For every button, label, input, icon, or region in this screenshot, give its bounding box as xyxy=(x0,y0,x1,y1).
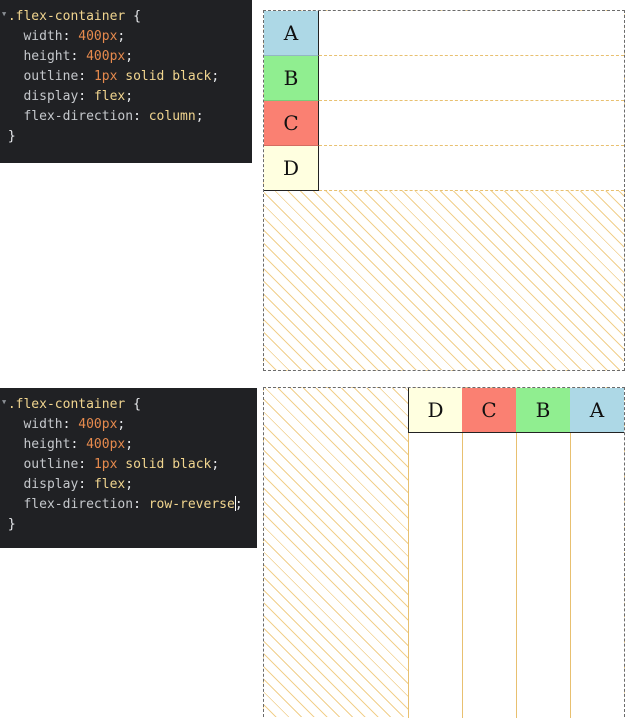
colon: : xyxy=(78,477,94,492)
semicolon: ; xyxy=(234,497,243,512)
css-value-number: 400px xyxy=(86,437,126,452)
colon: : xyxy=(70,49,87,64)
css-rule-panel-row-reverse[interactable]: ▼ .flex-container { width: 400px; height… xyxy=(0,388,257,548)
flex-item-c: C xyxy=(264,101,319,146)
code-line[interactable]: outline: 1px solid black; xyxy=(0,455,257,475)
open-brace: { xyxy=(133,9,141,24)
css-property-name: outline xyxy=(23,457,79,472)
css-property-name: flex-direction xyxy=(23,109,134,124)
code-line[interactable]: ▼ .flex-container { xyxy=(0,395,257,415)
column-track xyxy=(408,433,462,718)
close-brace: } xyxy=(7,129,16,144)
semicolon: ; xyxy=(211,69,220,84)
colon: : xyxy=(78,69,94,84)
flex-item-c: C xyxy=(462,388,516,433)
column-track xyxy=(516,433,570,718)
css-value-keyword: solid black xyxy=(117,457,212,472)
code-line[interactable]: flex-direction: column; xyxy=(0,107,252,127)
flex-item-b: B xyxy=(516,388,570,433)
open-brace: { xyxy=(133,397,141,412)
colon: : xyxy=(62,417,79,432)
code-line[interactable]: ▼ .flex-container { xyxy=(0,7,252,27)
flex-item-d: D xyxy=(264,146,319,191)
css-value-keyword: flex xyxy=(93,89,126,104)
flex-item-label: C xyxy=(283,111,299,135)
row-track xyxy=(319,146,624,191)
code-line[interactable]: width: 400px; xyxy=(0,415,257,435)
css-value-number: 400px xyxy=(78,417,118,432)
flex-item-label: C xyxy=(481,398,497,422)
semicolon: ; xyxy=(125,89,134,104)
column-track xyxy=(570,433,624,718)
code-line[interactable]: height: 400px; xyxy=(0,47,252,67)
css-property-name: flex-direction xyxy=(23,497,134,512)
css-property-name: display xyxy=(23,89,79,104)
css-property-name: height xyxy=(23,49,71,64)
css-property-name: height xyxy=(23,437,71,452)
code-line[interactable]: outline: 1px solid black; xyxy=(0,67,252,87)
collapse-triangle-icon[interactable]: ▼ xyxy=(2,10,6,18)
flex-item-d: D xyxy=(408,388,462,433)
flex-item-a: A xyxy=(570,388,624,433)
row-track xyxy=(319,101,624,146)
css-selector: .flex-container xyxy=(7,9,126,24)
code-line[interactable]: width: 400px; xyxy=(0,27,252,47)
css-value-number: 400px xyxy=(78,29,118,44)
code-line[interactable]: height: 400px; xyxy=(0,435,257,455)
css-property-name: width xyxy=(23,417,63,432)
flex-item-label: A xyxy=(283,21,299,45)
colon: : xyxy=(133,497,149,512)
code-line[interactable]: display: flex; xyxy=(0,87,252,107)
flex-item-b: B xyxy=(264,56,319,101)
column-track xyxy=(462,433,516,718)
code-line[interactable]: display: flex; xyxy=(0,475,257,495)
flex-container-row-reverse-preview: DCBA xyxy=(263,387,625,718)
row-track xyxy=(319,11,624,56)
css-value-number: 400px xyxy=(86,49,126,64)
semicolon: ; xyxy=(125,49,134,64)
colon: : xyxy=(62,29,79,44)
semicolon: ; xyxy=(125,477,134,492)
css-value-keyword: row-reverse xyxy=(148,497,235,512)
semicolon: ; xyxy=(117,417,126,432)
css-selector: .flex-container xyxy=(7,397,126,412)
colon: : xyxy=(78,89,94,104)
code-line[interactable]: } xyxy=(0,127,252,147)
css-value-keyword: column xyxy=(148,109,196,124)
semicolon: ; xyxy=(117,29,126,44)
flex-item-label: B xyxy=(283,66,299,90)
collapse-triangle-icon[interactable]: ▼ xyxy=(2,398,6,406)
code-line[interactable]: flex-direction: row-reverse; xyxy=(0,495,257,515)
semicolon: ; xyxy=(195,109,204,124)
semicolon: ; xyxy=(125,437,134,452)
flex-item-a: A xyxy=(264,11,319,56)
flex-item-label: D xyxy=(427,398,444,422)
css-property-name: width xyxy=(23,29,63,44)
colon: : xyxy=(133,109,149,124)
colon: : xyxy=(78,457,94,472)
colon: : xyxy=(70,437,87,452)
semicolon: ; xyxy=(211,457,220,472)
flex-item-label: D xyxy=(282,156,300,180)
css-property-name: outline xyxy=(23,69,79,84)
css-value-number: 1px xyxy=(93,69,118,84)
css-property-name: display xyxy=(23,477,79,492)
flex-item-label: B xyxy=(535,398,551,422)
css-value-keyword: flex xyxy=(93,477,126,492)
css-rule-panel-column[interactable]: ▼ .flex-container { width: 400px; height… xyxy=(0,0,252,163)
flex-container-column-preview: ABCD xyxy=(263,10,625,371)
row-track xyxy=(319,56,624,101)
css-value-keyword: solid black xyxy=(117,69,212,84)
close-brace: } xyxy=(7,517,16,532)
css-value-number: 1px xyxy=(93,457,118,472)
flex-item-label: A xyxy=(589,398,605,422)
code-line[interactable]: } xyxy=(0,515,257,535)
